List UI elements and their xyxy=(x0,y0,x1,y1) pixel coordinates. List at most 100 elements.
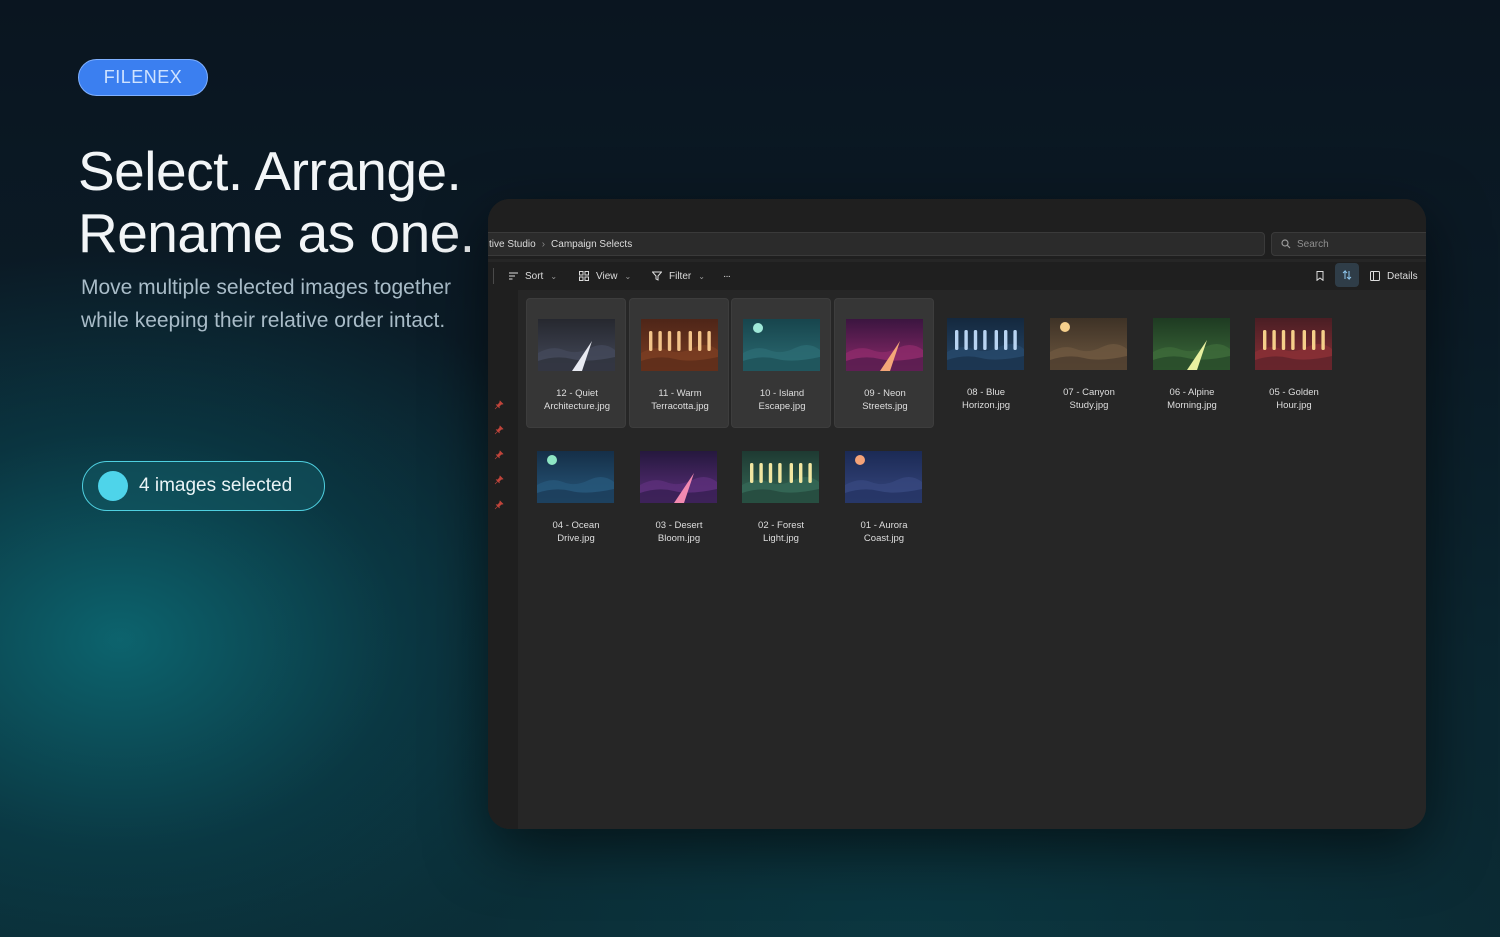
filter-label: Filter xyxy=(669,270,692,282)
hero-subtext: Move multiple selected images together w… xyxy=(81,276,452,332)
more-options-button[interactable]: ··· xyxy=(723,262,731,290)
file-name-line: 10 - Island xyxy=(759,388,805,399)
headline-line-1: Select. Arrange. xyxy=(78,140,462,202)
file-name: 03 - Desert Bloom.jpg xyxy=(629,520,729,545)
file-name-line: Study.jpg xyxy=(1069,399,1109,411)
chevron-down-icon: ⌄ xyxy=(698,271,705,281)
file-name-line: Horizon.jpg xyxy=(961,399,1011,411)
image-thumbnail xyxy=(641,319,718,371)
sort-button[interactable]: Sort ⌄ xyxy=(509,262,557,290)
file-name-line: Terracotta.jpg xyxy=(651,400,709,412)
file-grid: 12 - Quiet Architecture.jpg 11 - Warm Terr… xyxy=(518,290,1426,829)
details-pane-icon xyxy=(1370,271,1380,281)
file-name-line: Drive.jpg xyxy=(557,532,595,544)
bookmark-button[interactable] xyxy=(1316,262,1331,290)
sync-toggle-button[interactable] xyxy=(1335,263,1359,287)
file-tile[interactable]: 04 - Ocean Drive.jpg xyxy=(526,431,626,561)
file-name-line: 12 - Quiet xyxy=(556,388,598,399)
file-name-line: Morning.jpg xyxy=(1167,399,1217,411)
pin-icon[interactable] xyxy=(494,400,504,410)
image-thumbnail xyxy=(743,319,820,371)
search-input[interactable]: Search xyxy=(1271,232,1426,256)
chevron-down-icon: ⌄ xyxy=(624,271,632,281)
image-thumbnail xyxy=(742,451,819,503)
file-name: 02 - Forest Light.jpg xyxy=(731,520,831,545)
file-tile[interactable]: 02 - Forest Light.jpg xyxy=(731,431,831,561)
pin-icon[interactable] xyxy=(494,450,504,460)
file-name-line: Light.jpg xyxy=(763,532,799,544)
sort-label: Sort xyxy=(525,270,544,282)
file-name-line: 04 - Ocean xyxy=(552,520,600,531)
toolbar: Sort ⌄ View ⌄ Filter ⌄ ··· Details xyxy=(488,262,1426,290)
address-row: tive Studio › Campaign Selects Search xyxy=(488,231,1426,259)
file-name: 05 - Golden Hour.jpg xyxy=(1244,387,1344,412)
filter-icon xyxy=(652,271,662,281)
window-titlebar xyxy=(488,199,1426,231)
file-name-line: 07 - Canyon xyxy=(1063,387,1115,398)
file-explorer-window: tive Studio › Campaign Selects Search So… xyxy=(488,199,1426,829)
file-name-line: Coast.jpg xyxy=(863,532,905,544)
bookmark-icon xyxy=(1316,271,1324,281)
file-tile[interactable]: 05 - Golden Hour.jpg xyxy=(1244,298,1344,428)
file-name: 11 - Warm Terracotta.jpg xyxy=(630,388,730,413)
file-name: 06 - Alpine Morning.jpg xyxy=(1142,387,1242,412)
grid-view-icon xyxy=(579,271,589,281)
toolbar-divider xyxy=(493,268,494,284)
headline-line-2: Rename as one. xyxy=(78,202,475,264)
file-tile[interactable]: 10 - Island Escape.jpg xyxy=(731,298,831,428)
image-thumbnail xyxy=(947,318,1024,370)
file-name: 04 - Ocean Drive.jpg xyxy=(526,520,626,545)
pin-icon[interactable] xyxy=(494,475,504,485)
file-name-line: 02 - Forest xyxy=(758,520,804,531)
selection-indicator: 4 images selected xyxy=(82,461,325,511)
image-thumbnail xyxy=(538,319,615,371)
file-tile[interactable]: 07 - Canyon Study.jpg xyxy=(1039,298,1139,428)
file-name-line: 08 - Blue xyxy=(966,387,1006,398)
image-thumbnail xyxy=(1153,318,1230,370)
address-bar[interactable]: tive Studio › Campaign Selects xyxy=(488,232,1265,256)
file-tile[interactable]: 08 - Blue Horizon.jpg xyxy=(936,298,1036,428)
pin-icon[interactable] xyxy=(494,425,504,435)
file-name-line: 11 - Warm xyxy=(658,388,702,399)
image-thumbnail xyxy=(640,451,717,503)
sort-icon xyxy=(509,272,518,280)
file-name-line: 09 - Neon xyxy=(864,388,906,399)
file-name-line: Architecture.jpg xyxy=(543,400,610,412)
file-name: 12 - Quiet Architecture.jpg xyxy=(527,388,627,413)
file-tile[interactable]: 03 - Desert Bloom.jpg xyxy=(629,431,729,561)
breadcrumb-item[interactable]: Campaign Selects xyxy=(551,239,632,250)
brand-badge: FILENEX xyxy=(78,59,208,96)
details-label: Details xyxy=(1387,270,1418,282)
file-tile[interactable]: 01 - Aurora Coast.jpg xyxy=(834,431,934,561)
file-name: 01 - Aurora Coast.jpg xyxy=(834,520,934,545)
navigation-sidebar xyxy=(488,290,518,829)
file-name: 08 - Blue Horizon.jpg xyxy=(936,387,1036,412)
view-label: View xyxy=(596,270,618,282)
more-icon: ··· xyxy=(723,270,731,282)
details-button[interactable]: Details xyxy=(1370,262,1418,290)
file-name-line: Streets.jpg xyxy=(862,400,908,412)
image-thumbnail xyxy=(1050,318,1127,370)
pin-icon[interactable] xyxy=(494,500,504,510)
file-tile[interactable]: 12 - Quiet Architecture.jpg xyxy=(526,298,626,428)
image-thumbnail xyxy=(1255,318,1332,370)
file-name: 07 - Canyon Study.jpg xyxy=(1039,387,1139,412)
filter-button[interactable]: Filter ⌄ xyxy=(652,262,705,290)
file-tile[interactable]: 06 - Alpine Morning.jpg xyxy=(1142,298,1242,428)
selection-count-label: 4 images selected xyxy=(139,475,293,496)
breadcrumb-item[interactable]: tive Studio xyxy=(489,239,536,250)
file-name-line: 05 - Golden xyxy=(1269,387,1319,398)
search-placeholder: Search xyxy=(1297,238,1329,250)
file-name-line: Hour.jpg xyxy=(1276,399,1312,411)
file-name: 09 - Neon Streets.jpg xyxy=(835,388,935,413)
file-name-line: 03 - Desert xyxy=(655,520,703,531)
breadcrumb-chevron-icon: › xyxy=(541,238,546,250)
image-thumbnail xyxy=(846,319,923,371)
search-icon xyxy=(1281,239,1291,249)
selection-dot-icon xyxy=(98,471,128,501)
headline: Select. Arrange. Rename as one. xyxy=(78,140,475,264)
chevron-down-icon: ⌄ xyxy=(550,271,558,281)
file-tile[interactable]: 09 - Neon Streets.jpg xyxy=(834,298,934,428)
file-tile[interactable]: 11 - Warm Terracotta.jpg xyxy=(629,298,729,428)
view-button[interactable]: View ⌄ xyxy=(579,262,631,290)
